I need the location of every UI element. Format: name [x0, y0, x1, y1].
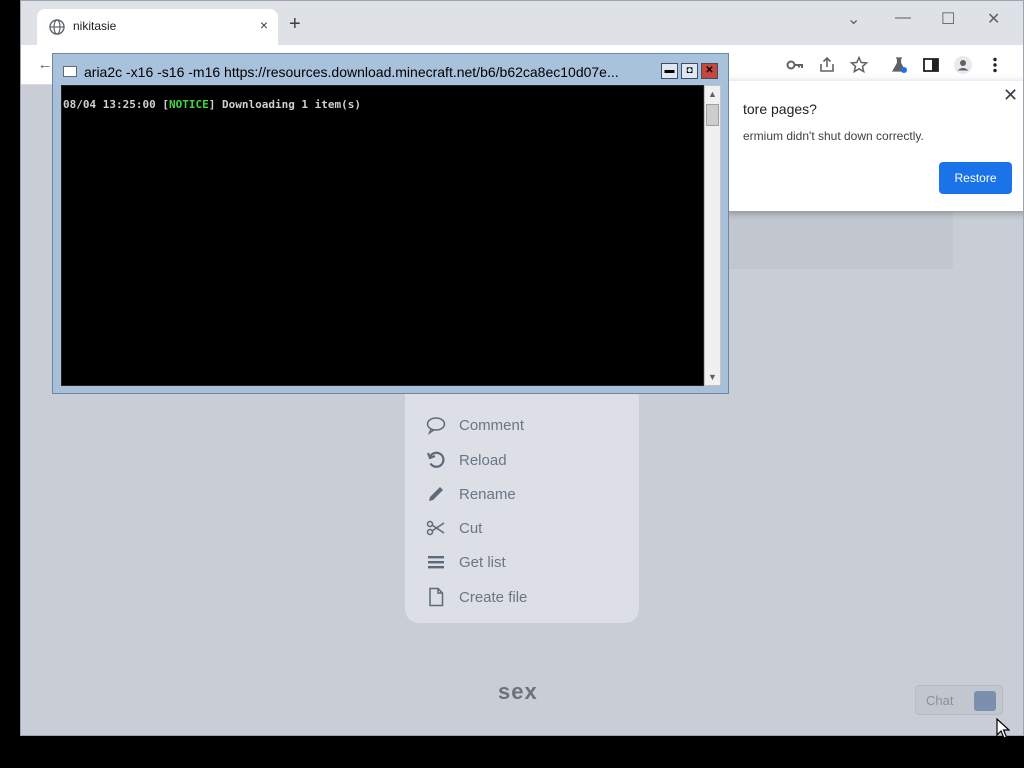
chat-button[interactable]: Chat — [915, 685, 1003, 715]
menu-item-label: Reload — [459, 451, 507, 469]
log-message: ] Downloading 1 item(s) — [208, 98, 362, 111]
desktop: nikitasie × + ⌄ — ☐ ✕ ← Comment Reload R… — [0, 0, 1024, 768]
scroll-up-icon[interactable]: ▲ — [705, 86, 720, 102]
comment-icon — [426, 417, 446, 436]
file-icon — [429, 587, 444, 607]
globe-icon — [49, 19, 65, 35]
browser-tab[interactable]: nikitasie × — [37, 9, 278, 45]
tab-search-icon[interactable]: ⌄ — [847, 9, 860, 29]
menu-item-rename[interactable]: Rename — [425, 482, 516, 506]
new-tab-button[interactable]: + — [289, 13, 301, 36]
flask-icon[interactable] — [889, 55, 909, 75]
menu-item-label: Get list — [459, 553, 506, 571]
background-row — [721, 233, 953, 269]
menu-icon[interactable] — [985, 55, 1005, 75]
close-icon[interactable]: ✕ — [1003, 85, 1018, 106]
menu-item-label: Rename — [459, 485, 516, 503]
tab-title: nikitasie — [73, 19, 117, 33]
restore-button[interactable]: Restore — [939, 162, 1012, 194]
console-app-icon — [63, 66, 77, 77]
tab-close-icon[interactable]: × — [260, 17, 268, 33]
brand-logo: sex — [498, 679, 538, 704]
restore-pages-popup: tore pages? ermium didn't shut down corr… — [711, 81, 1023, 211]
console-output[interactable]: 08/04 13:25:00 [NOTICE] Downloading 1 it… — [61, 85, 704, 386]
menu-item-label: Create file — [459, 588, 528, 606]
minimize-window-button[interactable]: — — [895, 9, 911, 27]
tab-strip: nikitasie × + ⌄ — ☐ ✕ — [21, 1, 1023, 45]
close-window-button[interactable]: ✕ — [987, 9, 1000, 29]
context-menu: Comment Reload Rename Cut Get list Creat… — [405, 385, 639, 623]
menu-item-label: Comment — [459, 416, 525, 434]
restore-popup-title: tore pages? — [743, 101, 817, 117]
key-icon[interactable] — [785, 55, 805, 75]
console-close-button[interactable]: ✕ — [701, 63, 718, 79]
scroll-down-icon[interactable]: ▼ — [705, 369, 720, 385]
menu-item-create-file[interactable]: Create file — [425, 585, 527, 609]
console-title: aria2c -x16 -s16 -m16 https://resources.… — [84, 64, 619, 80]
share-icon[interactable] — [817, 55, 837, 75]
console-minimize-button[interactable]: ▬ — [661, 63, 678, 79]
profile-icon[interactable] — [953, 55, 973, 75]
menu-item-comment[interactable]: Comment — [425, 413, 524, 437]
reload-icon — [426, 451, 445, 468]
console-maximize-button[interactable]: ◘ — [681, 63, 698, 79]
log-timestamp: 08/04 13:25:00 [ — [63, 98, 169, 111]
chat-button-label: Chat — [926, 693, 954, 708]
scissors-icon — [426, 520, 445, 536]
sidepanel-icon[interactable] — [921, 55, 941, 75]
console-titlebar[interactable]: aria2c -x16 -s16 -m16 https://resources.… — [53, 54, 728, 85]
log-level-notice: NOTICE — [168, 98, 209, 111]
menu-item-cut[interactable]: Cut — [425, 516, 482, 540]
list-icon — [428, 556, 444, 569]
menu-item-reload[interactable]: Reload — [425, 448, 507, 472]
pencil-icon — [429, 487, 443, 501]
console-scrollbar[interactable]: ▲ ▼ — [704, 85, 721, 386]
restore-popup-message: ermium didn't shut down correctly. — [743, 129, 924, 143]
maximize-window-button[interactable]: ☐ — [941, 9, 955, 29]
menu-item-label: Cut — [459, 519, 483, 537]
star-icon[interactable] — [849, 55, 869, 75]
console-log-line: 08/04 13:25:00 [NOTICE] Downloading 1 it… — [63, 98, 361, 111]
console-window: aria2c -x16 -s16 -m16 https://resources.… — [52, 53, 729, 394]
mouse-cursor-icon — [996, 718, 1010, 739]
chat-icon — [974, 691, 996, 711]
menu-item-get-list[interactable]: Get list — [425, 550, 506, 574]
scroll-thumb[interactable] — [706, 104, 719, 126]
